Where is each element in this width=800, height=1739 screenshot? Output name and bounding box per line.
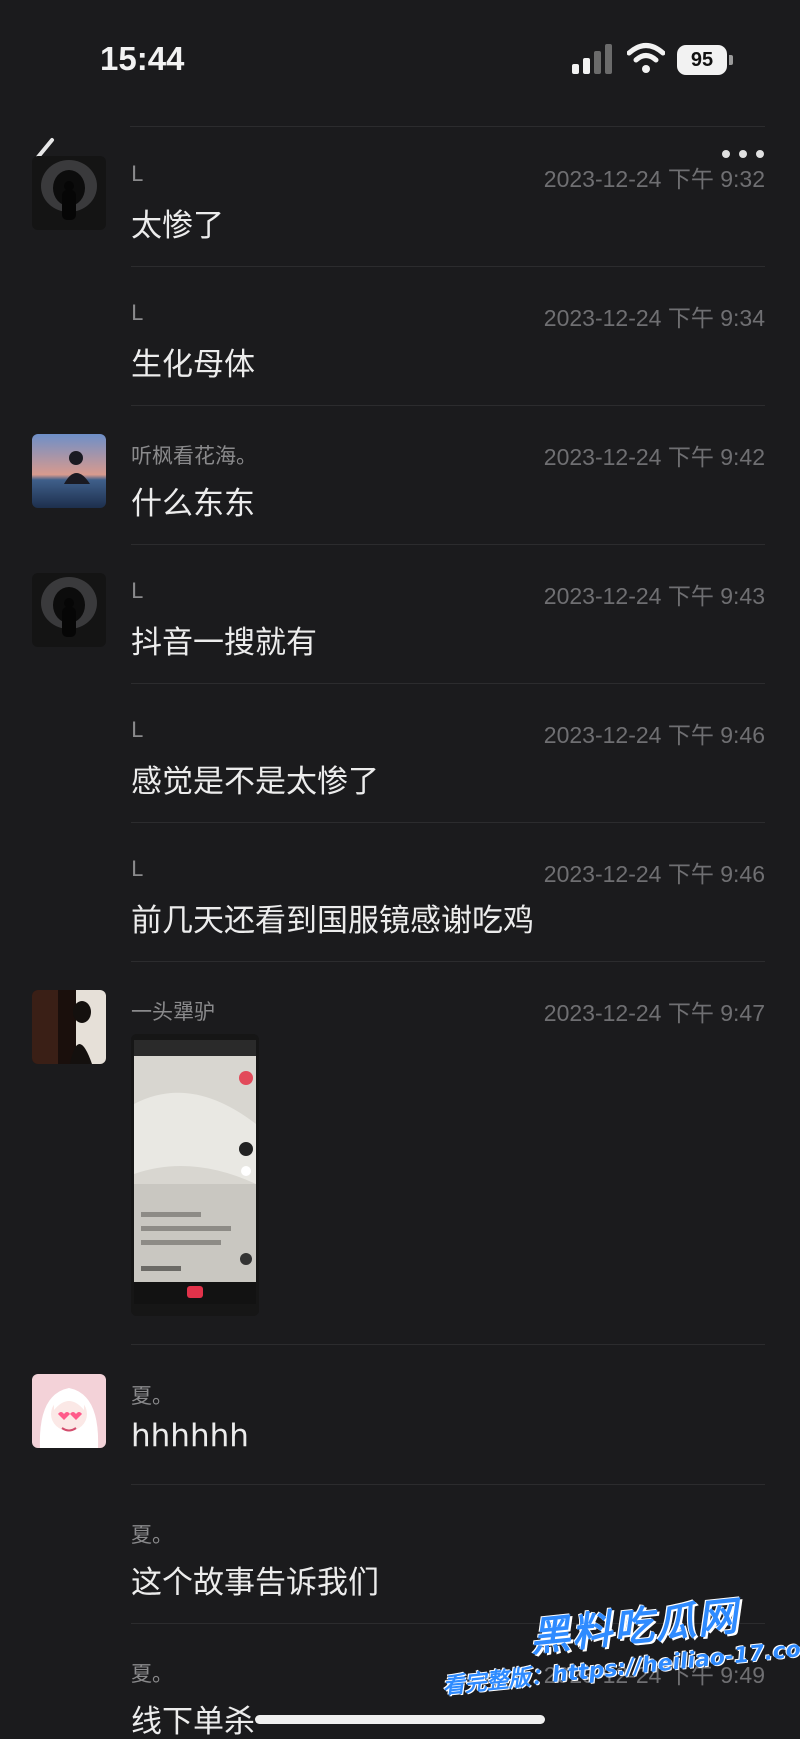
timestamp: 2023-12-24 下午 9:46	[543, 722, 765, 748]
divider	[131, 405, 765, 406]
avatar[interactable]	[32, 156, 106, 230]
divider	[130, 126, 765, 127]
comment-item[interactable]: 听枫看花海。 2023-12-24 下午 9:42 什么东东	[0, 434, 800, 570]
username[interactable]: 夏。	[131, 1519, 173, 1549]
image-attachment[interactable]	[131, 1034, 259, 1316]
divider	[131, 683, 765, 684]
comment-text: 太惨了	[131, 208, 224, 244]
battery-cap	[729, 55, 733, 65]
username[interactable]: L	[131, 579, 143, 603]
comment-text: 这个故事告诉我们	[131, 1565, 379, 1601]
comment-item[interactable]: 一头犟驴 2023-12-24 下午 9:47	[0, 990, 800, 1346]
username[interactable]: L	[131, 162, 143, 186]
timestamp: 2023-12-24 下午 9:46	[543, 861, 765, 887]
status-time: 15:44	[100, 40, 185, 77]
username[interactable]: L	[131, 718, 143, 742]
avatar[interactable]	[32, 573, 106, 647]
comment-text: hhhhhh	[131, 1418, 249, 1454]
comment-item[interactable]: L 2023-12-24 下午 9:32 太惨了	[0, 156, 800, 292]
comment-item[interactable]: L 2023-12-24 下午 9:46 前几天还看到国服镜感谢吃鸡	[0, 851, 800, 987]
comment-text: 前几天还看到国服镜感谢吃鸡	[131, 903, 534, 939]
timestamp: 2023-12-24 下午 9:43	[543, 583, 765, 609]
comment-text: 线下单杀	[131, 1704, 255, 1739]
username[interactable]: 一头犟驴	[131, 996, 215, 1026]
comment-text: 生化母体	[131, 347, 255, 383]
status-bar: 15:44 95	[0, 0, 800, 110]
comment-item[interactable]: L 2023-12-24 下午 9:43 抖音一搜就有	[0, 573, 800, 709]
comment-item[interactable]: L 2023-12-24 下午 9:46 感觉是不是太惨了	[0, 712, 800, 848]
battery-level: 95	[677, 45, 727, 75]
cellular-signal-icon	[572, 44, 612, 74]
divider	[131, 1484, 765, 1485]
comment-text: 感觉是不是太惨了	[131, 764, 379, 800]
timestamp: 2023-12-24 下午 9:34	[543, 305, 765, 331]
divider	[131, 544, 765, 545]
username[interactable]: L	[131, 857, 143, 881]
username[interactable]: 夏。	[131, 1380, 173, 1410]
comment-text: 抖音一搜就有	[131, 625, 317, 661]
timestamp: 2023-12-24 下午 9:32	[543, 166, 765, 192]
wifi-icon	[627, 43, 665, 73]
battery-indicator: 95	[677, 45, 733, 75]
divider	[131, 1344, 765, 1345]
timestamp: 2023-12-24 下午 9:42	[543, 444, 765, 470]
comment-item[interactable]: L 2023-12-24 下午 9:34 生化母体	[0, 295, 800, 431]
avatar[interactable]	[32, 1374, 106, 1448]
username[interactable]: 听枫看花海。	[131, 440, 257, 470]
comment-item[interactable]: 夏。 hhhhhh	[0, 1374, 800, 1510]
timestamp: 2023-12-24 下午 9:47	[543, 1000, 765, 1026]
avatar[interactable]	[32, 434, 106, 508]
avatar[interactable]	[32, 990, 106, 1064]
home-indicator[interactable]	[255, 1715, 545, 1724]
divider	[131, 961, 765, 962]
divider	[131, 266, 765, 267]
comment-text: 什么东东	[131, 486, 255, 522]
username[interactable]: L	[131, 301, 143, 325]
divider	[131, 822, 765, 823]
username[interactable]: 夏。	[131, 1658, 173, 1688]
